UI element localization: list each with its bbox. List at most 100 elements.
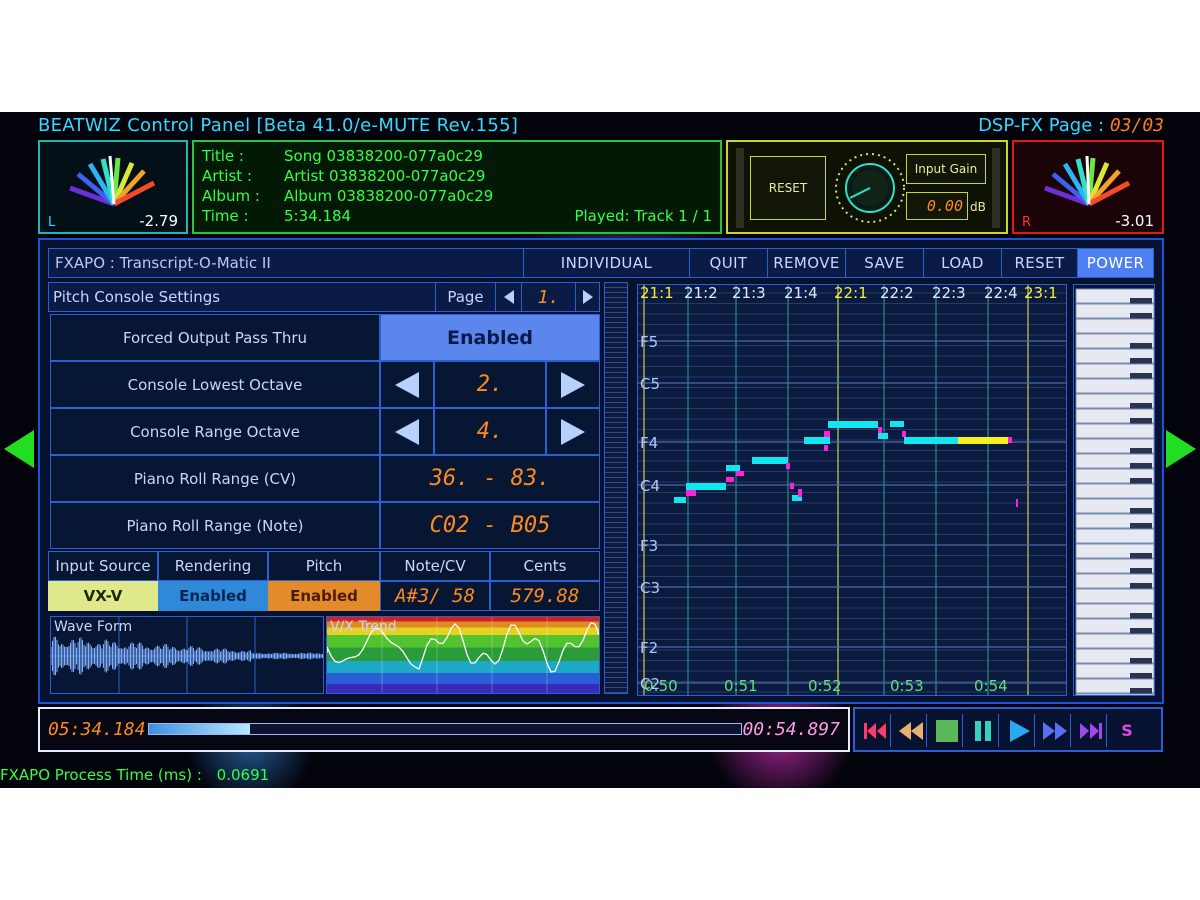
next-page-arrow-icon[interactable]	[1166, 430, 1196, 468]
page-next-button[interactable]	[575, 283, 600, 311]
process-time-value: 0.0691	[216, 766, 270, 784]
note-block	[904, 437, 958, 444]
stop-button[interactable]	[931, 714, 963, 747]
individual-button[interactable]: INDIVIDUAL	[523, 249, 689, 277]
remaining-time: 00:54.897	[742, 719, 840, 740]
meter-channel-label: L	[48, 215, 56, 230]
meter-value: -2.79	[139, 212, 178, 230]
plugin-panel: FXAPO : Transcript-O-Matic II INDIVIDUAL…	[38, 238, 1164, 704]
progress-fill	[149, 724, 250, 734]
bar-label: 22:4	[984, 284, 1018, 302]
note-block	[902, 431, 906, 437]
cents-display: 579.88	[490, 581, 600, 611]
range-octave-next-button[interactable]	[546, 408, 600, 455]
setting-label: Piano Roll Range (CV)	[50, 455, 380, 502]
gain-knob[interactable]	[832, 150, 908, 226]
bar-label: 21:3	[732, 284, 766, 302]
lowest-octave-next-button[interactable]	[546, 361, 600, 408]
white-key	[1075, 483, 1154, 499]
waveform-panel: Wave Form	[50, 616, 324, 694]
bar-label: 22:3	[932, 284, 966, 302]
console-title: Pitch Console Settings	[53, 288, 221, 306]
plugin-name: FXAPO : Transcript-O-Matic II	[55, 254, 271, 272]
note-block	[1016, 499, 1018, 507]
track-title: Song 03838200-077a0c29	[284, 147, 483, 165]
white-key	[1075, 693, 1154, 695]
transport-bar: 05:34.184 00:54.897	[38, 707, 850, 752]
time-label: 0:50	[644, 677, 678, 695]
white-key	[1075, 528, 1154, 544]
left-level-meter: L -2.79	[38, 140, 188, 234]
fast-forward-button[interactable]	[1039, 714, 1071, 747]
quit-button[interactable]: QUIT	[689, 249, 767, 277]
title-label: Title :	[202, 147, 244, 165]
album-label: Album :	[202, 187, 260, 205]
remove-button[interactable]: REMOVE	[767, 249, 845, 277]
reset-button[interactable]: RESET	[1001, 249, 1077, 277]
dsp-page-label: DSP-FX Page :	[978, 115, 1105, 136]
rewind-button[interactable]	[895, 714, 927, 747]
app-window: BEATWIZ Control Panel [Beta 41.0/e-MUTE …	[0, 112, 1200, 788]
piano-keyboard[interactable]	[1073, 284, 1155, 696]
dsp-page-value: 03/03	[1109, 115, 1164, 136]
rewind-icon	[898, 721, 923, 740]
lowest-octave-prev-button[interactable]	[380, 361, 434, 408]
white-key	[1075, 378, 1154, 394]
input-gain-label: Input Gain	[906, 154, 986, 184]
triangle-right-icon	[561, 371, 585, 398]
play-button[interactable]	[1003, 714, 1035, 747]
gain-slider-track[interactable]	[736, 148, 744, 228]
time-label: 0:53	[890, 677, 924, 695]
fast-forward-icon	[1042, 721, 1067, 740]
note-cv-display: A#3/ 58	[380, 581, 490, 611]
note-block	[798, 489, 802, 497]
page-prev-button[interactable]	[495, 283, 521, 311]
artist-label: Artist :	[202, 167, 252, 185]
note-block	[824, 445, 828, 451]
skip-to-start-button[interactable]	[859, 714, 891, 747]
skip-to-end-button[interactable]	[1075, 714, 1107, 747]
meter-value: -3.01	[1115, 212, 1154, 230]
setting-label: Piano Roll Range (Note)	[50, 502, 380, 549]
range-note-high: B05	[510, 513, 551, 538]
pause-button[interactable]	[967, 714, 999, 747]
setting-label: Console Range Octave	[50, 408, 380, 455]
dsp-page-indicator: DSP-FX Page : 03/03	[978, 115, 1164, 136]
load-button[interactable]: LOAD	[923, 249, 1001, 277]
forced-output-toggle[interactable]: Enabled	[380, 314, 600, 361]
range-separator: -	[483, 513, 497, 538]
gain-slider-track[interactable]	[992, 148, 1000, 228]
lowest-octave-value: 2.	[476, 372, 504, 397]
note-cv-value: A#3/ 58	[394, 585, 476, 607]
white-key	[1075, 318, 1154, 334]
progress-track[interactable]	[148, 723, 742, 735]
save-button[interactable]: SAVE	[845, 249, 923, 277]
previous-page-arrow-icon[interactable]	[4, 430, 34, 468]
bar-label: 21:1	[640, 284, 674, 302]
cents-value: 579.88	[510, 585, 580, 607]
note-block	[726, 465, 740, 471]
rendering-toggle[interactable]: Enabled	[158, 581, 268, 611]
piano-roll[interactable]: 21:1 21:2 21:3 21:4 22:1 22:2 22:3 22:4 23:1 F5 C5…	[637, 284, 1067, 696]
note-block	[790, 483, 794, 489]
pitch-toggle[interactable]: Enabled	[268, 581, 380, 611]
note-label: F5	[640, 333, 659, 351]
triangle-right-icon	[583, 290, 593, 304]
setting-label: Forced Output Pass Thru	[50, 314, 380, 361]
note-label: F3	[640, 537, 659, 555]
s-key-button[interactable]: S	[1111, 714, 1143, 747]
note-label: C3	[640, 579, 661, 597]
input-source-value[interactable]: VX-V	[48, 581, 158, 611]
skip-start-icon	[863, 722, 886, 739]
cents-header: Cents	[490, 551, 600, 581]
gain-reset-button[interactable]: RESET	[750, 156, 826, 220]
console-header: Pitch Console Settings Page 1.	[48, 282, 600, 312]
track-artist: Artist 03838200-077a0c29	[284, 167, 486, 185]
bar-label: 23:1	[1024, 284, 1058, 302]
played-track: Played: Track 1 / 1	[574, 207, 712, 225]
track-album: Album 03838200-077a0c29	[284, 187, 494, 205]
range-octave-prev-button[interactable]	[380, 408, 434, 455]
power-button[interactable]: POWER	[1077, 249, 1153, 277]
console-scrollbar[interactable]	[604, 282, 628, 694]
note-block	[804, 437, 830, 444]
